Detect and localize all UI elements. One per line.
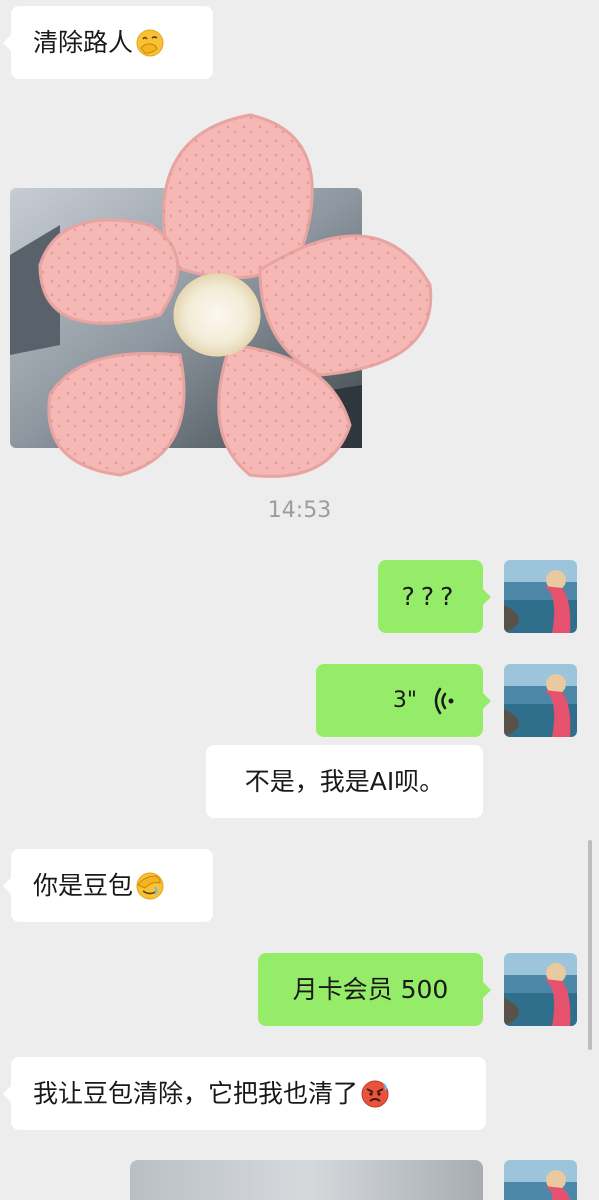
flower-sticker-message[interactable] (0, 95, 440, 495)
angry-face-emoji (361, 1080, 389, 1107)
message-text: 月卡会员 500 (292, 975, 449, 1004)
message-text: 清除路人 (33, 28, 134, 57)
voice-transcription-bubble[interactable]: 不是，我是AI呗。 (206, 745, 483, 818)
voice-wave-icon (434, 687, 454, 714)
avatar-beach-photo (504, 1160, 577, 1200)
outgoing-voice-message[interactable]: 3" (316, 664, 491, 737)
avatar-beach-photo (504, 664, 577, 737)
hand-over-mouth-emoji (136, 29, 164, 56)
message-text: 不是，我是AI呗。 (244, 767, 445, 796)
my-avatar[interactable] (504, 664, 577, 737)
face-palm-emoji (136, 872, 164, 899)
message-text: ??? (401, 582, 460, 611)
outgoing-image-message[interactable] (130, 1160, 483, 1200)
avatar-beach-photo (504, 560, 577, 633)
incoming-message-bubble[interactable]: 你是豆包 (3, 849, 213, 922)
message-timestamp: 14:53 (267, 498, 332, 523)
pink-flower-sticker (10, 113, 433, 478)
outgoing-message-bubble[interactable]: ??? (378, 560, 491, 633)
my-avatar[interactable] (504, 953, 577, 1026)
my-avatar[interactable] (504, 1160, 577, 1200)
outgoing-message-bubble[interactable]: 月卡会员 500 (258, 953, 491, 1026)
incoming-message-bubble[interactable]: 我让豆包清除，它把我也清了 (3, 1057, 486, 1130)
message-text: 我让豆包清除，它把我也清了 (33, 1079, 359, 1108)
incoming-message-bubble[interactable]: 清除路人 (3, 6, 213, 79)
scrollbar[interactable] (588, 840, 592, 1050)
voice-duration: 3" (392, 687, 417, 713)
avatar-beach-photo (504, 953, 577, 1026)
message-text: 你是豆包 (33, 871, 134, 900)
my-avatar[interactable] (504, 560, 577, 633)
